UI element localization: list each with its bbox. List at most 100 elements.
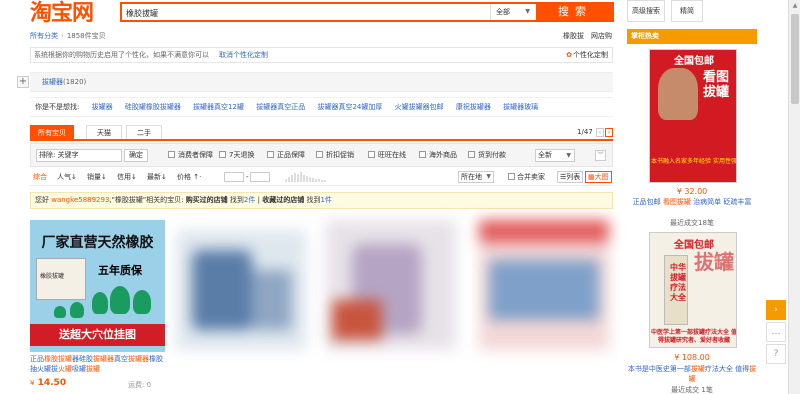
view-list-label: 列表 — [566, 173, 581, 181]
personalization-settings[interactable]: ✿个性化定制 — [566, 48, 608, 62]
chevron-down-icon: ▼ — [525, 8, 530, 15]
price-bar — [309, 177, 311, 182]
sidebar-products: 全国包邮 看图拔罐 本书融入名家多年经验 实用性强 ¥ 32.00 正品包邮 看… — [627, 0, 757, 394]
product-title[interactable]: 正品橡胶拔罐器硅胶拔罐器真空拔罐器橡胶抽火罐拔火罐吸罐拔罐 — [30, 354, 165, 374]
sidebar-price: ¥ 32.00 — [676, 187, 708, 196]
sort-newest[interactable]: 最新↓ — [147, 170, 167, 184]
exclude-label: 排除: — [39, 151, 56, 159]
sidebar-title[interactable]: 本书是中医史第一部拔罐疗法大全 值得拔罐 — [627, 364, 757, 384]
next-arrow-button[interactable]: › — [766, 300, 786, 320]
blurred-product-card[interactable] — [322, 220, 460, 394]
grid-icon: ▦ — [588, 173, 595, 181]
author-photo — [658, 68, 698, 120]
price-max-input[interactable] — [250, 172, 270, 182]
result-tabs: 所有宝贝 天猫 二手 1/47 ‹ › — [30, 125, 613, 141]
price-distribution-bars[interactable] — [285, 172, 329, 182]
filter-checkbox[interactable]: 货到付款 — [468, 151, 506, 160]
suggestion-link[interactable]: 火罐拔罐器包邮 — [395, 103, 444, 111]
collapse-icon[interactable]: ︾ — [595, 150, 606, 161]
breadcrumb-root[interactable]: 所有分类 — [30, 32, 58, 40]
scroll-up-icon[interactable]: ▲ — [789, 2, 800, 9]
checkbox-icon — [267, 151, 274, 158]
category-link[interactable]: 拔罐器 — [42, 78, 63, 86]
filter-checkbox[interactable]: 旺旺在线 — [368, 151, 406, 160]
suggestion-link[interactable]: 拔罐器 — [92, 103, 113, 111]
exclude-keyword-field[interactable]: 排除: 关键字 — [36, 149, 122, 162]
suggestion-link[interactable]: 拔罐器真空正品 — [256, 103, 305, 111]
tip-username[interactable]: wangke5889293 — [51, 196, 109, 204]
price-min-input[interactable] — [224, 172, 244, 182]
tip-bought-count[interactable]: 2件 — [244, 196, 255, 204]
blurred-product-card[interactable] — [475, 220, 613, 394]
scrollbar-thumb[interactable] — [791, 14, 799, 104]
tab-tmall[interactable]: 天猫 — [86, 125, 122, 139]
filter-checkbox[interactable]: 正品保障 — [267, 151, 305, 160]
sort-sales[interactable]: 销量↓ — [87, 170, 107, 184]
tip-favorite-count[interactable]: 1件 — [320, 196, 331, 204]
filter-checkbox-label: 货到付款 — [478, 151, 506, 159]
sort-popularity[interactable]: 人气↓ — [57, 170, 77, 184]
price-bar — [318, 179, 320, 182]
filter-checkbox[interactable]: 消费者保障 — [168, 151, 213, 160]
blurred-product-card[interactable] — [172, 220, 310, 394]
sort-default[interactable]: 综合 — [33, 170, 47, 184]
suggestion-link[interactable]: 拔罐器真空24罐加厚 — [317, 103, 382, 111]
filter-checkbox[interactable]: 7天退换 — [219, 151, 254, 160]
filter-checkbox-label: 折扣促销 — [326, 151, 354, 159]
shop-link-2[interactable]: 网店购 — [591, 31, 612, 41]
tab-second-hand[interactable]: 二手 — [126, 125, 162, 139]
shop-history-tip: 您好 wangke5889293,"橡胶拔罐"相关的宝贝: 购买过的店铺 找到2… — [30, 192, 613, 209]
view-grid-button[interactable]: ▦大图 — [585, 171, 612, 183]
product-banner-mid: 五年质保 — [98, 264, 142, 277]
filter-checkbox[interactable]: 折扣促销 — [316, 151, 354, 160]
taobao-logo[interactable]: 淘宝网 — [30, 0, 94, 28]
search-input[interactable] — [126, 6, 486, 20]
feedback-icon[interactable]: … — [766, 322, 786, 342]
scrollbar[interactable]: ▲ — [788, 0, 800, 394]
tip-divider: | — [257, 196, 260, 204]
product-freight: 运费: 0 — [128, 381, 152, 389]
price-bar — [315, 179, 317, 182]
sort-arrow-icon: ↓ — [161, 173, 167, 181]
cancel-personalization-link[interactable]: 取消个性化定制 — [219, 51, 268, 59]
checkbox-icon — [468, 151, 475, 158]
suggestion-link[interactable]: 康祝拔罐器 — [456, 103, 491, 111]
view-list-button[interactable]: ☰列表 — [557, 171, 584, 183]
gear-icon: ✿ — [566, 51, 572, 59]
sidebar-title[interactable]: 正品包邮 看图拔罐 治病简单 砭疏丰富 — [627, 197, 757, 207]
price-bar — [294, 173, 296, 182]
expand-plus-icon[interactable]: + — [17, 76, 29, 88]
location-select[interactable]: 所在地 ▼ — [458, 171, 494, 183]
tab-all-items[interactable]: 所有宝贝 — [30, 125, 74, 139]
condition-select[interactable]: 全新 ▼ — [535, 149, 575, 162]
book-cover-image[interactable]: 全国包邮 看图拔罐 本书融入名家多年经验 实用性强 — [649, 49, 737, 183]
sidebar-sold: 最近成交18笔 — [670, 219, 714, 227]
tip-found-label: 找到 — [229, 196, 244, 204]
sort-credit[interactable]: 信用↓ — [117, 170, 137, 184]
search-button[interactable]: 搜索 — [536, 2, 614, 22]
filter-checkbox[interactable]: 海外商品 — [419, 151, 457, 160]
exclude-value: 关键字 — [57, 151, 79, 159]
merge-sellers-checkbox[interactable]: 合并卖家 — [508, 170, 545, 184]
chevron-down-icon: ▼ — [566, 152, 571, 159]
book-cover-title: 拔罐 — [694, 250, 734, 274]
merge-sellers-label: 合并卖家 — [517, 173, 545, 181]
search-category-select[interactable]: 全部 ▼ — [490, 4, 536, 20]
book-cover-image[interactable]: 全国包邮 中华拔罐疗法大全 拔罐 中医学上第一部拔罐疗法大全 值得拔罐研究者、爱… — [649, 232, 737, 348]
product-image[interactable]: 厂家直营天然橡胶 橡胶拔罐 五年质保 送超大穴位挂图 — [30, 220, 165, 352]
notice-text: 系统根据你的购物历史启用了个性化，如果不满意你可以 — [34, 51, 209, 59]
exclude-confirm-button[interactable]: 确定 — [124, 149, 148, 162]
help-icon[interactable]: ? — [766, 344, 786, 364]
suggestion-link[interactable]: 拔罐器玻璃 — [503, 103, 538, 111]
personalization-settings-label: 个性化定制 — [573, 51, 608, 59]
next-page-icon[interactable]: › — [605, 128, 613, 137]
tip-keyword: ,"橡胶拔罐"相关的宝贝: — [109, 196, 184, 204]
price-bar — [303, 175, 305, 182]
prev-page-icon[interactable]: ‹ — [596, 128, 604, 137]
suggestion-link[interactable]: 硅胶罐橡胶拔罐器 — [125, 103, 181, 111]
search-bar: 全部 ▼ 搜索 — [120, 2, 614, 22]
shop-link-1[interactable]: 橡胶拔 — [563, 31, 584, 41]
sort-price[interactable]: 价格 ↑· — [177, 170, 201, 184]
checkbox-icon — [219, 151, 226, 158]
suggestion-link[interactable]: 拔罐器真空12罐 — [193, 103, 244, 111]
